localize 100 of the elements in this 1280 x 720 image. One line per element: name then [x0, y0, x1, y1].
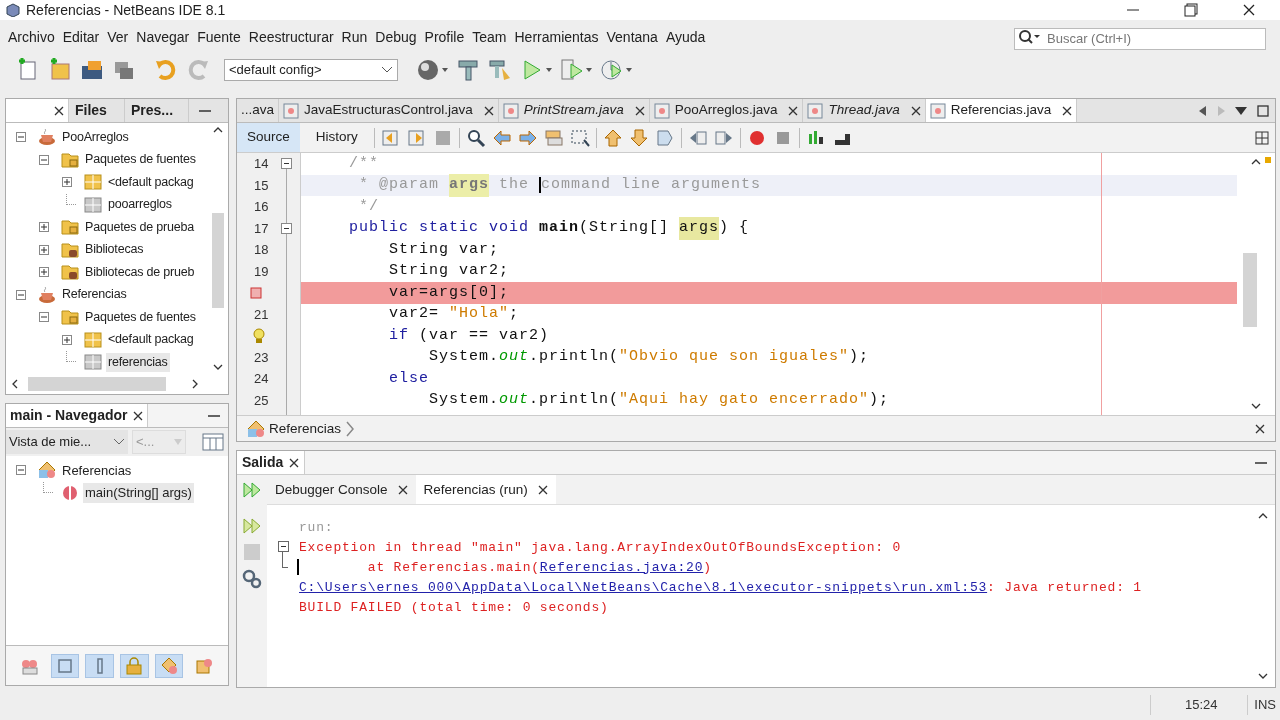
scroll-down-icon[interactable] [1251, 403, 1261, 410]
menu-item[interactable]: Archivo [4, 26, 59, 48]
search-field[interactable]: Buscar (Ctrl+I) [1014, 27, 1266, 50]
expand-icon[interactable] [39, 267, 49, 278]
collapse-icon[interactable] [39, 154, 49, 165]
scroll-left-icon[interactable] [1199, 105, 1207, 116]
menu-item[interactable]: Ver [103, 26, 133, 48]
menu-item[interactable]: Ventana [602, 26, 662, 48]
hammer-icon[interactable] [456, 58, 480, 82]
up-bookmark-icon[interactable] [602, 127, 623, 148]
bookmark-icon[interactable] [654, 127, 675, 148]
settings-icon[interactable] [242, 569, 262, 590]
breakpoint-icon[interactable] [250, 286, 263, 299]
caret-icon[interactable] [546, 68, 552, 72]
collapse-icon[interactable] [16, 465, 26, 476]
fold-icon[interactable] [280, 222, 292, 234]
tree-item[interactable]: referencias [106, 352, 170, 372]
tree-item[interactable]: Bibliotecas [83, 240, 146, 260]
menu-item[interactable]: Profile [420, 26, 469, 48]
tree-item[interactable]: Paquetes de fuentes [83, 307, 198, 327]
caret-icon[interactable] [442, 68, 448, 72]
menu-item[interactable]: Editar [58, 26, 104, 48]
scroll-left-icon[interactable] [12, 379, 18, 389]
expand-icon[interactable] [39, 244, 49, 255]
tree-item[interactable]: Paquetes de fuentes [83, 150, 198, 170]
config-dropdown[interactable]: <default config> [224, 59, 398, 81]
close-icon[interactable] [289, 457, 300, 468]
filter-toggle[interactable] [154, 653, 184, 678]
tree-item[interactable]: pooarreglos [106, 195, 174, 215]
tree-item[interactable]: PooArreglos [60, 127, 131, 147]
close-icon[interactable] [1255, 423, 1265, 434]
tree-item[interactable]: <default packag [106, 330, 196, 350]
search-icon[interactable] [1018, 29, 1040, 45]
tree-item[interactable]: main(String[] args) [83, 483, 194, 503]
scroll-right-icon[interactable] [192, 379, 198, 389]
menu-item[interactable]: Herramientas [510, 26, 603, 48]
scrollbar-thumb[interactable] [212, 213, 224, 308]
view-tab[interactable]: History [305, 123, 368, 152]
close-icon[interactable] [1242, 3, 1256, 17]
scrollbar-thumb[interactable] [1243, 253, 1257, 327]
link[interactable]: Referencias.java:20 [539, 557, 704, 578]
menu-item[interactable]: Navegar [132, 26, 194, 48]
close-icon[interactable] [788, 105, 799, 116]
fold-icon[interactable] [277, 541, 289, 553]
find-icon[interactable] [465, 127, 486, 148]
tree-item[interactable]: Bibliotecas de prueb [83, 262, 197, 282]
open-folder-icon[interactable] [80, 58, 104, 82]
close-icon[interactable] [483, 105, 494, 116]
tree-item[interactable]: <default packag [106, 172, 196, 192]
output-tab[interactable]: Referencias (run) [415, 475, 556, 505]
expand-icon[interactable] [62, 177, 72, 188]
menu-item[interactable]: Reestructurar [244, 26, 338, 48]
tree-item[interactable]: Paquetes de prueba [83, 217, 196, 237]
view-dropdown[interactable]: Vista de mie... [6, 430, 128, 454]
filter-toggle[interactable] [50, 653, 80, 678]
scrollbar-thumb[interactable] [28, 377, 166, 391]
close-icon[interactable] [1062, 105, 1073, 116]
caret-icon[interactable] [1235, 106, 1247, 115]
tree-item[interactable]: Referencias [60, 285, 129, 305]
view-tab[interactable]: Source [237, 123, 300, 152]
caret-icon[interactable] [586, 68, 592, 72]
selection-icon[interactable] [569, 127, 590, 148]
output-tab[interactable]: Debugger Console [267, 475, 416, 505]
close-icon[interactable] [634, 105, 645, 116]
close-icon[interactable] [537, 484, 548, 495]
menu-item[interactable]: Ayuda [661, 26, 710, 48]
toggle-highlight-icon[interactable] [543, 127, 564, 148]
menu-item[interactable]: Team [468, 26, 511, 48]
scroll-up-icon[interactable] [1251, 159, 1261, 165]
scroll-up-icon[interactable] [213, 127, 223, 133]
maximize-icon[interactable] [1184, 3, 1198, 17]
layout-icon[interactable] [202, 432, 224, 452]
filter-toggle[interactable] [120, 653, 149, 678]
globe-icon[interactable] [416, 58, 440, 82]
close-icon[interactable] [54, 105, 64, 116]
clock-icon[interactable] [600, 58, 624, 82]
menu-item[interactable]: Debug [371, 26, 421, 48]
editor-tab[interactable]: Referencias.java [925, 99, 1078, 122]
down-bookmark-icon[interactable] [628, 127, 649, 148]
close-icon[interactable] [910, 105, 921, 116]
filter-toggle[interactable] [85, 653, 114, 678]
hammer-broom-icon[interactable] [488, 58, 512, 82]
menu-item[interactable]: Run [337, 26, 372, 48]
fold-icon[interactable] [280, 158, 292, 170]
split-icon[interactable] [1255, 130, 1269, 145]
breadcrumb[interactable]: Referencias [269, 418, 342, 440]
menu-item[interactable]: Fuente [193, 26, 245, 48]
close-icon[interactable] [397, 484, 408, 495]
expand-icon[interactable] [62, 334, 72, 345]
scroll-up-icon[interactable] [1258, 513, 1268, 520]
caret-icon[interactable] [626, 68, 632, 72]
tree-item[interactable]: Referencias [60, 460, 134, 480]
lightbulb-icon[interactable] [251, 327, 268, 344]
maximize-icon[interactable] [1257, 104, 1269, 117]
collapse-icon[interactable] [16, 132, 26, 143]
close-icon[interactable] [133, 410, 144, 421]
collapse-icon[interactable] [39, 312, 49, 323]
new-folder-icon[interactable] [48, 58, 72, 82]
chevron-right-icon[interactable] [345, 420, 356, 437]
expand-icon[interactable] [39, 222, 49, 233]
